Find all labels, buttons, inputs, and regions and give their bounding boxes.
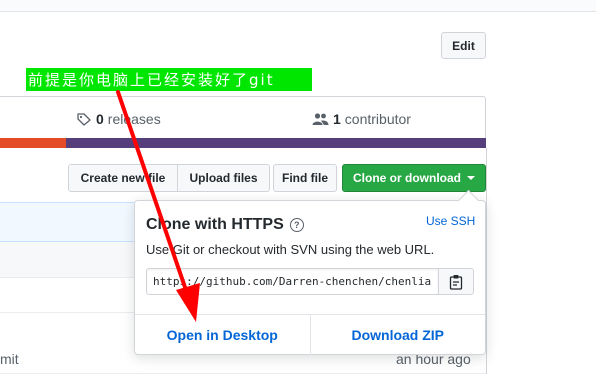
annotation-note: 前提是你电脑上已经安装好了git bbox=[26, 68, 312, 91]
people-icon bbox=[312, 113, 329, 125]
upload-files-button[interactable]: Upload files bbox=[177, 164, 270, 192]
caret-down-icon bbox=[467, 176, 475, 180]
clone-title-text: Clone with HTTPS bbox=[146, 216, 284, 233]
language-segment bbox=[66, 138, 486, 148]
clone-dropdown: Clone with HTTPS ? Use SSH Use Git or ch… bbox=[134, 200, 486, 355]
clone-or-download-button[interactable]: Clone or download bbox=[342, 164, 486, 192]
releases-count: 0 bbox=[96, 111, 104, 127]
clipboard-icon bbox=[449, 274, 463, 290]
language-bar bbox=[0, 138, 486, 148]
edit-button[interactable]: Edit bbox=[441, 32, 486, 59]
clone-url-input[interactable] bbox=[146, 268, 439, 295]
create-new-file-button[interactable]: Create new file bbox=[68, 164, 178, 192]
download-zip-button[interactable]: Download ZIP bbox=[309, 315, 486, 355]
commit-tease-row bbox=[0, 202, 134, 242]
clone-button-label: Clone or download bbox=[353, 171, 461, 185]
clone-footer: Open in Desktop Download ZIP bbox=[135, 314, 485, 355]
divider bbox=[0, 312, 134, 313]
clone-description: Use Git or checkout with SVN using the w… bbox=[146, 242, 435, 257]
clone-title: Clone with HTTPS ? bbox=[146, 216, 304, 234]
repo-frame-border bbox=[486, 148, 487, 374]
releases-label: releases bbox=[107, 111, 161, 127]
question-icon[interactable]: ? bbox=[289, 218, 304, 232]
contributors-label: contributor bbox=[344, 111, 411, 127]
language-segment bbox=[0, 138, 66, 148]
contributors-count: 1 bbox=[333, 111, 341, 127]
divider bbox=[0, 373, 486, 374]
file-row-message: mit bbox=[0, 351, 19, 367]
top-strip bbox=[0, 0, 596, 12]
use-ssh-link[interactable]: Use SSH bbox=[426, 214, 475, 228]
tag-icon bbox=[77, 113, 91, 126]
open-in-desktop-button[interactable]: Open in Desktop bbox=[135, 315, 310, 355]
file-actions: Create new file Upload files Find file bbox=[68, 164, 337, 192]
file-list-header bbox=[0, 242, 134, 278]
copy-url-button[interactable] bbox=[438, 268, 474, 295]
find-file-button[interactable]: Find file bbox=[273, 164, 337, 192]
releases-stat[interactable]: 0 releases bbox=[76, 111, 161, 127]
contributors-stat[interactable]: 1 contributor bbox=[312, 111, 411, 127]
